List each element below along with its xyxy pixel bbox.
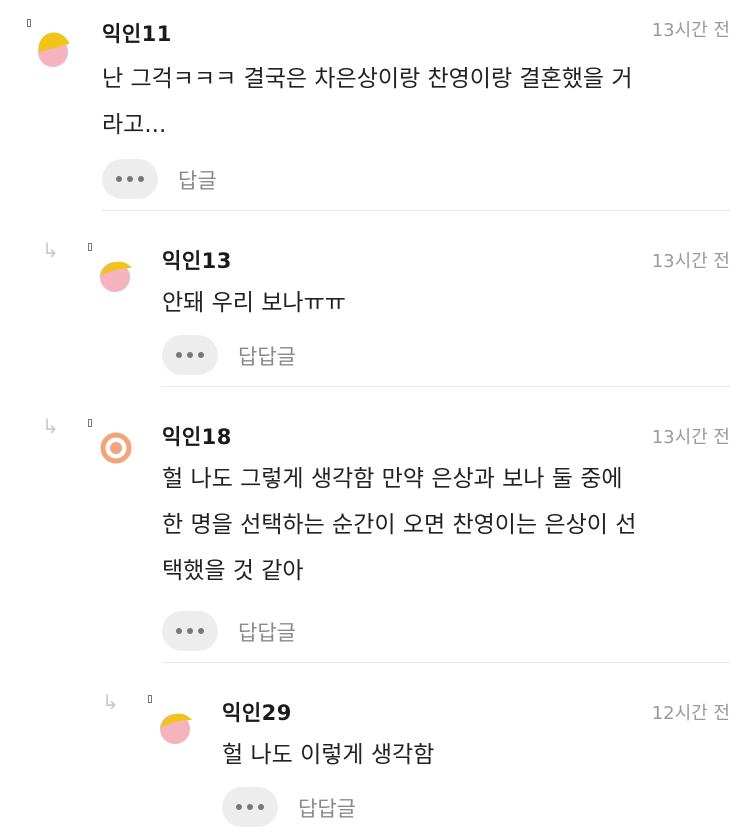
- reply-link[interactable]: 답답글: [238, 617, 296, 647]
- timestamp: 13시간 전: [651, 20, 730, 41]
- comment-line: 헐 나도 그렇게 생각함 만약 은상과 보나 둘 중에: [162, 466, 623, 492]
- comment-3: ↳ 익인18 13시간 전 헐 나도 그렇게 생각함 만약 은상과 보나 둘 중…: [0, 388, 750, 664]
- comment-line: 택했을 것 같아: [162, 558, 304, 584]
- comment-text: 헐 나도 이렇게 생각함: [222, 732, 732, 778]
- comment-line: 헐 나도 이렇게 생각함: [222, 742, 435, 768]
- more-dot: [258, 804, 264, 810]
- divider: [162, 386, 730, 387]
- reply-link[interactable]: 답글: [178, 165, 217, 195]
- more-dot: [198, 628, 204, 634]
- timestamp: 12시간 전: [651, 703, 730, 724]
- comment-line: 한 명을 선택하는 순간이 오면 찬영이는 은상이 선: [162, 512, 637, 538]
- more-dot: [176, 352, 182, 358]
- more-dot: [138, 176, 144, 182]
- timestamp: 13시간 전: [651, 251, 730, 272]
- timestamp: 13시간 전: [651, 427, 730, 448]
- comment-1: 익인11 13시간 전 난 그걱ㅋㅋㅋ 결국은 차은상이랑 찬영이랑 결혼했을 …: [0, 0, 750, 212]
- moon-avatar-icon: [160, 713, 192, 744]
- reply-arrow-icon: ↳: [102, 690, 119, 714]
- more-dot: [198, 352, 204, 358]
- comment-text: 안돼 우리 보나ㅠㅠ: [162, 280, 732, 326]
- marker-icon: [148, 695, 152, 703]
- marker-icon: [27, 19, 31, 27]
- comment-text: 헐 나도 그렇게 생각함 만약 은상과 보나 둘 중에 한 명을 선택하는 순간…: [162, 456, 737, 594]
- author-name: 익인29: [222, 701, 292, 725]
- moon-avatar-icon: [38, 32, 70, 67]
- more-dot: [176, 628, 182, 634]
- more-button[interactable]: [102, 159, 158, 199]
- author-name: 익인13: [162, 249, 232, 273]
- more-dot: [247, 804, 253, 810]
- comment-text: 난 그걱ㅋㅋㅋ 결국은 차은상이랑 찬영이랑 결혼했을 거 라고...: [102, 56, 742, 148]
- moon-avatar-icon: [100, 261, 132, 292]
- more-button[interactable]: [162, 611, 218, 651]
- marker-icon: [88, 243, 92, 251]
- more-dot: [116, 176, 122, 182]
- comment-2: ↳ 익인13 13시간 전 안돼 우리 보나ㅠㅠ 답답글: [0, 212, 750, 388]
- reply-arrow-icon: ↳: [42, 414, 59, 438]
- comment-4: ↳ 익인29 12시간 전 헐 나도 이렇게 생각함 답답글: [0, 664, 750, 839]
- more-dot: [187, 628, 193, 634]
- reply-link[interactable]: 답답글: [298, 793, 356, 823]
- divider: [162, 662, 730, 663]
- reply-link[interactable]: 답답글: [238, 341, 296, 371]
- reply-arrow-icon: ↳: [42, 238, 59, 262]
- comment-line: 안돼 우리 보나ㅠㅠ: [162, 290, 346, 316]
- marker-icon: [88, 419, 92, 427]
- author-name: 익인18: [162, 425, 232, 449]
- more-button[interactable]: [222, 787, 278, 827]
- comment-line: 난 그걱ㅋㅋㅋ 결국은 차은상이랑 찬영이랑 결혼했을 거: [102, 66, 633, 92]
- ring-avatar-icon: [100, 432, 132, 464]
- more-dot: [127, 176, 133, 182]
- divider: [102, 210, 730, 211]
- more-button[interactable]: [162, 335, 218, 375]
- comment-line: 라고...: [102, 112, 167, 138]
- author-name: 익인11: [102, 22, 172, 46]
- more-dot: [187, 352, 193, 358]
- more-dot: [236, 804, 242, 810]
